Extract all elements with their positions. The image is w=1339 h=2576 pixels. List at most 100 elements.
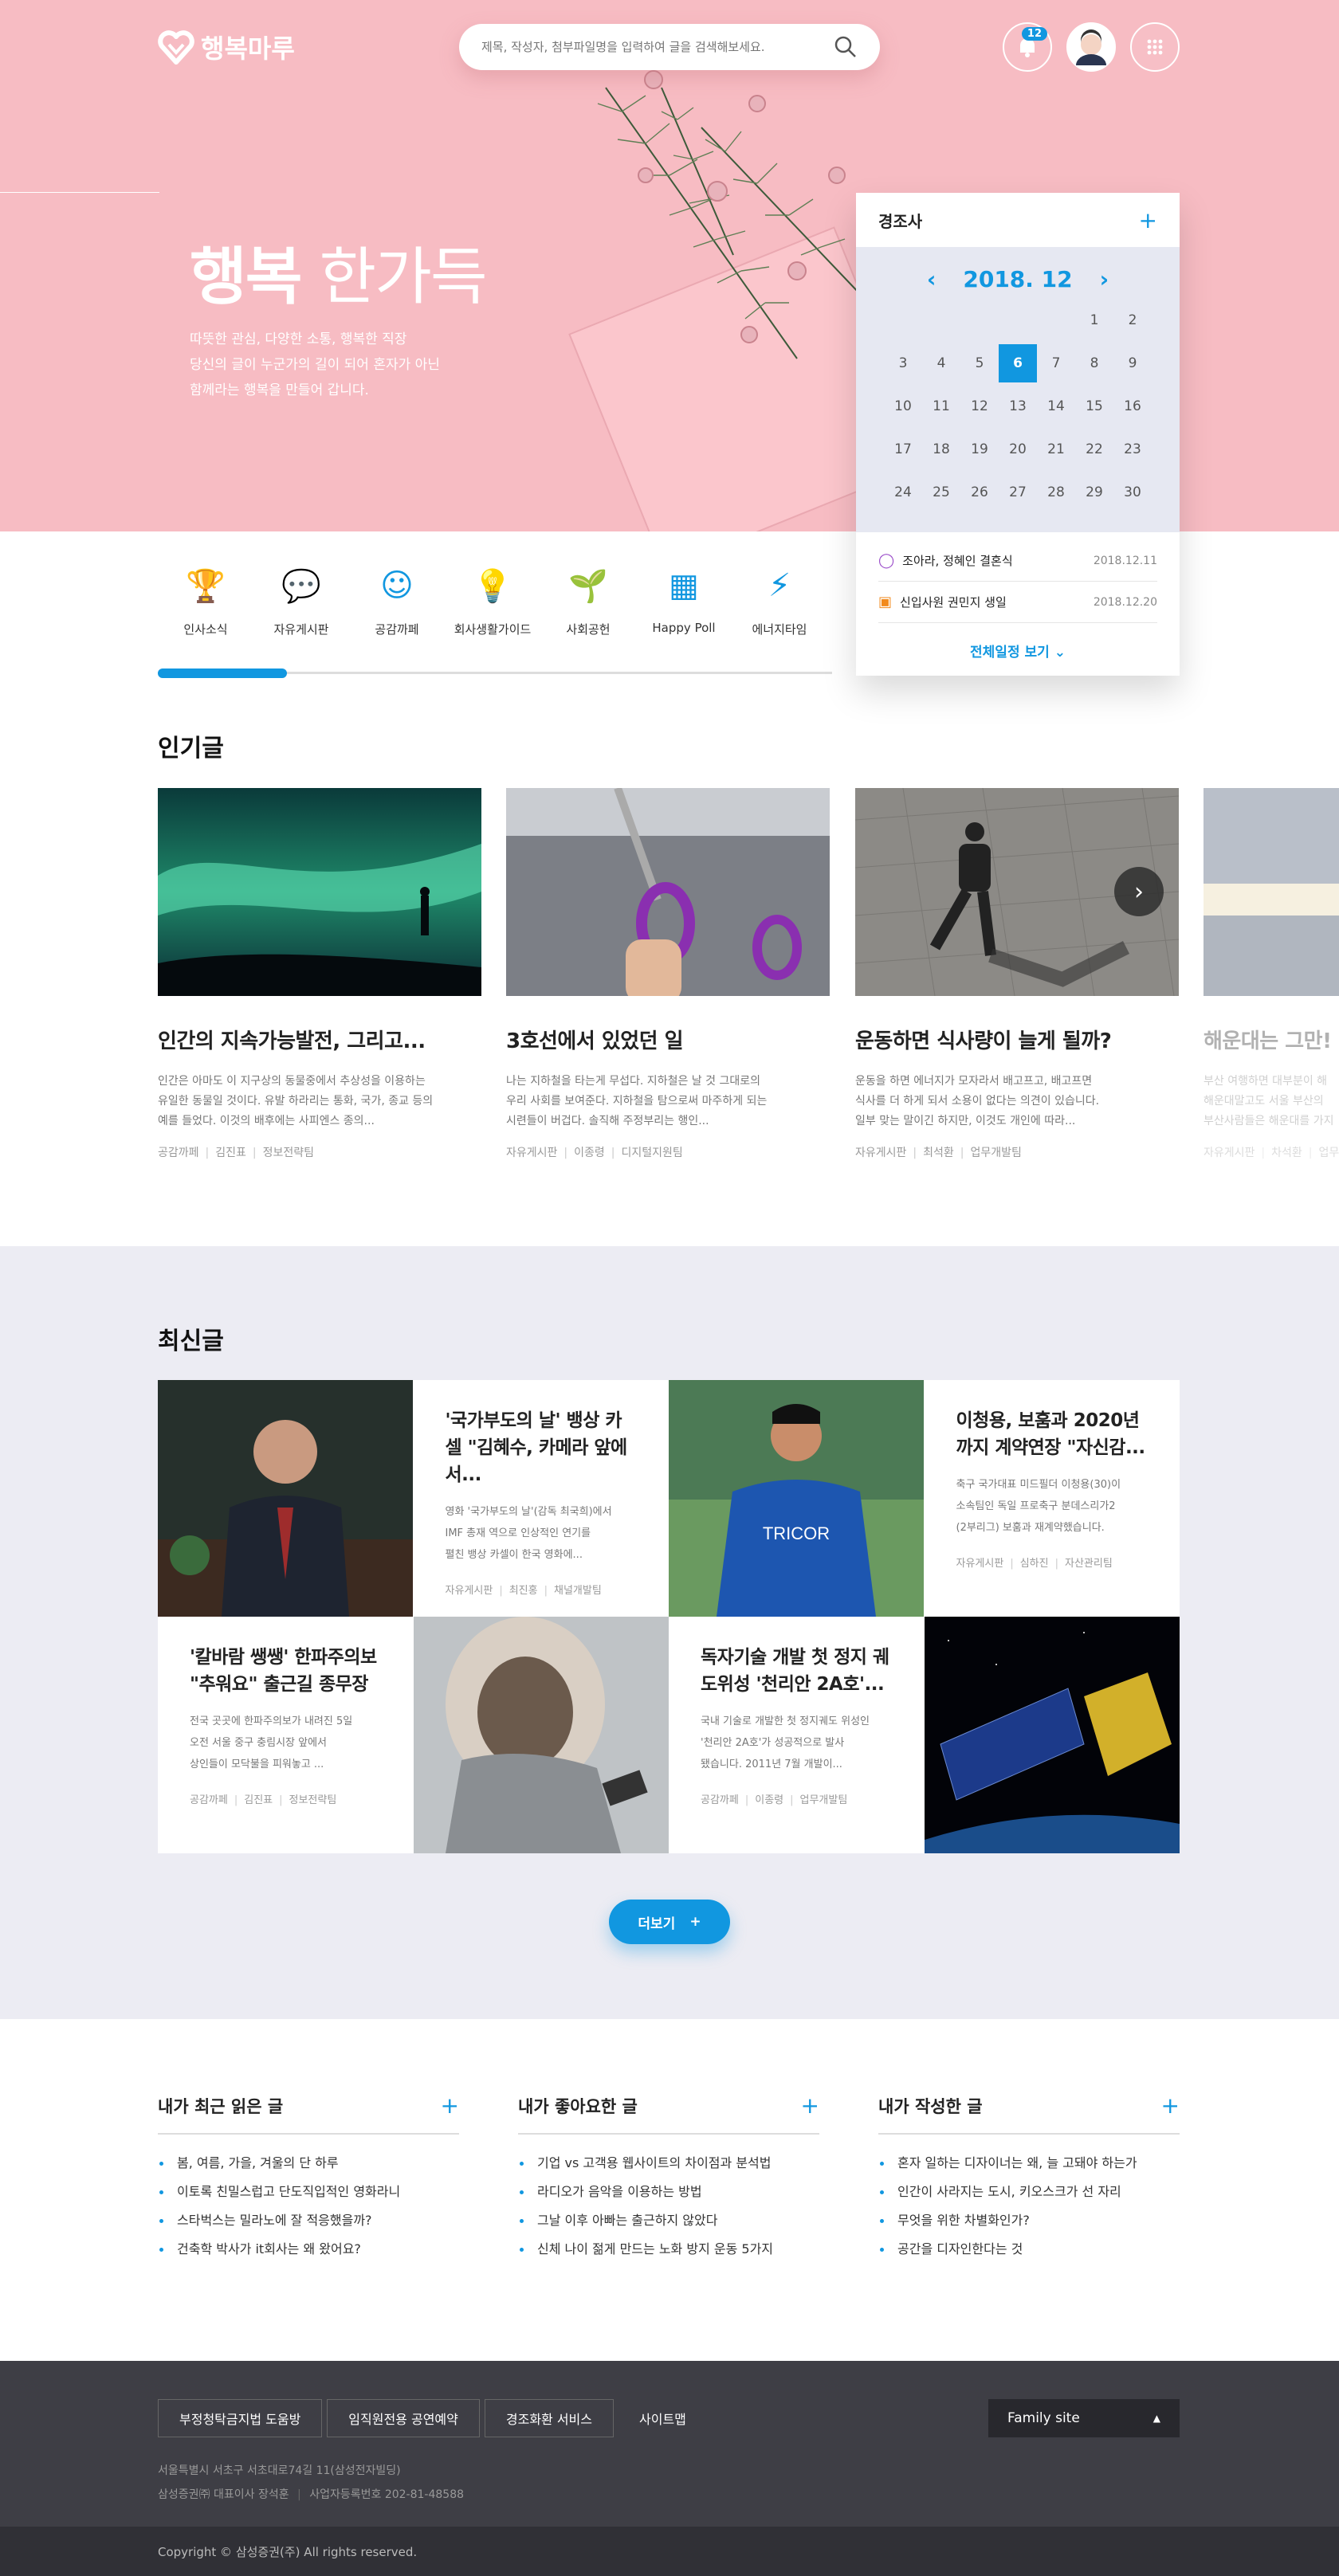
calendar-day[interactable]: 6 bbox=[999, 344, 1037, 382]
list-item[interactable]: 봄, 여름, 가을, 겨울의 단 하루 bbox=[158, 2149, 459, 2178]
carousel-next-button[interactable]: › bbox=[1114, 867, 1164, 916]
smile-bubble-icon: ☺ bbox=[380, 567, 414, 604]
calendar-day[interactable]: 9 bbox=[1113, 344, 1152, 382]
search-input[interactable] bbox=[481, 40, 816, 54]
list-item[interactable]: 그날 이후 아빠는 출근하지 않았다 bbox=[518, 2206, 819, 2235]
view-all-schedule-link[interactable]: 전체일정 보기 ⌄ bbox=[856, 641, 1180, 661]
search-bar[interactable] bbox=[459, 24, 880, 70]
calendar-day[interactable]: 3 bbox=[884, 344, 922, 382]
logo[interactable]: 행복마루 bbox=[158, 29, 295, 65]
footer-button[interactable]: 경조화환 서비스 bbox=[484, 2399, 615, 2437]
calendar-empty-cell bbox=[922, 301, 960, 339]
calendar-add-button[interactable]: + bbox=[1139, 207, 1157, 233]
list-item[interactable]: 인간이 사라지는 도시, 키오스크가 선 자리 bbox=[878, 2178, 1180, 2206]
satellite-image[interactable] bbox=[924, 1617, 1180, 1853]
calendar-day[interactable]: 22 bbox=[1075, 430, 1113, 469]
profile-avatar[interactable] bbox=[1066, 22, 1116, 72]
latest-item[interactable]: '국가부도의 날' 뱅상 카셀 "김혜수, 카메라 앞에서... 영화 '국가부… bbox=[413, 1380, 669, 1617]
calendar-day[interactable]: 24 bbox=[884, 473, 922, 512]
list-item[interactable]: 스타벅스는 밀라노에 잘 적응했을까? bbox=[158, 2206, 459, 2235]
calendar-day[interactable]: 1 bbox=[1075, 301, 1113, 339]
item-title: '국가부도의 날' 뱅상 카셀 "김혜수, 카메라 앞에서... bbox=[445, 1410, 628, 1485]
calendar-day[interactable]: 4 bbox=[922, 344, 960, 382]
hero-title: 행복 한가득 bbox=[190, 241, 488, 313]
popular-card[interactable]: 인간의 지속가능발전, 그리고... 인간은 아마도 이 지구상의 동물중에서 … bbox=[158, 788, 481, 1160]
category-poll[interactable]: ▦ Happy Poll bbox=[636, 562, 732, 637]
category-guide[interactable]: 💡 회사생활가이드 bbox=[445, 562, 540, 637]
popular-card[interactable]: 3호선에서 있었던 일 나는 지하철을 타는게 무섭다. 지하철은 날 것 그대… bbox=[506, 788, 830, 1160]
item-title: 독자기술 개발 첫 정지 궤도위성 '천리안 2A호'... bbox=[701, 1647, 889, 1695]
plus-icon[interactable]: + bbox=[1161, 2092, 1180, 2119]
item-description: 전국 곳곳에 한파주의보가 내려진 5일 오전 서울 중구 충림시장 앞에서 상인들… bbox=[190, 1715, 353, 1770]
calendar-day[interactable]: 15 bbox=[1075, 387, 1113, 425]
calendar-day[interactable]: 30 bbox=[1113, 473, 1152, 512]
plus-icon[interactable]: + bbox=[801, 2092, 819, 2119]
latest-item[interactable]: '칼바람 쌩쌩' 한파주의보 "추워요" 출근길 종무장 전국 곳곳에 한파주의… bbox=[158, 1617, 414, 1853]
calendar-day[interactable]: 2 bbox=[1113, 301, 1152, 339]
calendar-event[interactable]: ▣ 신입사원 권민지 생일 2018.12.20 bbox=[878, 582, 1157, 623]
next-month-icon[interactable]: › bbox=[1100, 266, 1109, 292]
calendar-day[interactable]: 28 bbox=[1037, 473, 1075, 512]
calendar-empty-cell bbox=[1037, 301, 1075, 339]
calendar-day[interactable]: 25 bbox=[922, 473, 960, 512]
calendar-day[interactable]: 16 bbox=[1113, 387, 1152, 425]
app-menu-button[interactable] bbox=[1130, 22, 1180, 72]
category-cafe[interactable]: ☺ 공감까페 bbox=[349, 562, 445, 637]
footer-address: 서울특별시 서초구 서초대로74길 11(삼성전자빌딩) 삼성증권㈜ 대표이사 … bbox=[158, 2464, 465, 2501]
calendar-day[interactable]: 8 bbox=[1075, 344, 1113, 382]
calendar-day[interactable]: 7 bbox=[1037, 344, 1075, 382]
list-item[interactable]: 신체 나이 젊게 만드는 노화 방지 운동 5가지 bbox=[518, 2235, 819, 2264]
plus-icon: + bbox=[689, 1914, 701, 1930]
plus-icon[interactable]: + bbox=[441, 2092, 459, 2119]
calendar-day[interactable]: 27 bbox=[999, 473, 1037, 512]
caret-up-icon: ▲ bbox=[1152, 2413, 1160, 2424]
prev-month-icon[interactable]: ‹ bbox=[927, 266, 937, 292]
winter-jacket-image[interactable] bbox=[413, 1617, 670, 1853]
load-more-button[interactable]: 더보기 + bbox=[609, 1900, 730, 1944]
latest-item[interactable]: 독자기술 개발 첫 정지 궤도위성 '천리안 2A호'... 국내 기술로 개발… bbox=[669, 1617, 925, 1853]
sitemap-link[interactable]: 사이트맵 bbox=[618, 2399, 707, 2437]
list-item[interactable]: 라디오가 음악을 이용하는 방법 bbox=[518, 2178, 819, 2206]
calendar-day[interactable]: 11 bbox=[922, 387, 960, 425]
calendar-day[interactable]: 20 bbox=[999, 430, 1037, 469]
category-hr-news[interactable]: 🏆 인사소식 bbox=[158, 562, 253, 637]
list-item[interactable]: 기업 vs 고객용 웹사이트의 차이점과 분석법 bbox=[518, 2149, 819, 2178]
calendar-day[interactable]: 23 bbox=[1113, 430, 1152, 469]
calendar-day[interactable]: 5 bbox=[960, 344, 999, 382]
family-site-select[interactable]: Family site ▲ bbox=[988, 2399, 1180, 2437]
calendar-event-list: ◯ 조아라, 정혜인 결혼식 2018.12.11 ▣ 신입사원 권민지 생일 … bbox=[856, 532, 1180, 623]
list-item[interactable]: 이토록 친밀스럽고 단도직입적인 영화라니 bbox=[158, 2178, 459, 2206]
calendar-grid: 1 2 3 4 5 6 7 8 9 10 11 12 13 14 15 16 17 18 19 20 21 22 23 24 2… bbox=[856, 301, 1180, 512]
calendar-day[interactable]: 29 bbox=[1075, 473, 1113, 512]
calendar-event[interactable]: ◯ 조아라, 정혜인 결혼식 2018.12.11 bbox=[878, 540, 1157, 582]
category-social[interactable]: 🌱 사회공헌 bbox=[540, 562, 636, 637]
calendar-empty-cell bbox=[884, 301, 922, 339]
calendar-day[interactable]: 21 bbox=[1037, 430, 1075, 469]
calendar-day[interactable]: 10 bbox=[884, 387, 922, 425]
list-item[interactable]: 건축학 박사가 it회사는 왜 왔어요? bbox=[158, 2235, 459, 2264]
category-scroll-thumb[interactable] bbox=[158, 669, 287, 678]
list-item[interactable]: 혼자 일하는 디자이너는 왜, 늘 고돼야 하는가 bbox=[878, 2149, 1180, 2178]
calendar-day[interactable]: 26 bbox=[960, 473, 999, 512]
calendar-day[interactable]: 13 bbox=[999, 387, 1037, 425]
event-label: 조아라, 정혜인 결혼식 bbox=[902, 554, 1013, 568]
category-free-board[interactable]: 💬 자유게시판 bbox=[253, 562, 349, 637]
popular-card-partial[interactable]: 해운대는 그만! 부산 여행하면 대부분이 해 해운대말고도 서울 부산의 부산사… bbox=[1204, 788, 1339, 1160]
notification-button[interactable]: 12 bbox=[1003, 22, 1052, 72]
category-energy[interactable]: ⚡ 에너지타임 bbox=[732, 562, 827, 637]
footer-button[interactable]: 부정청탁금지법 도움방 bbox=[158, 2399, 323, 2437]
search-icon[interactable] bbox=[834, 35, 858, 59]
footer-button[interactable]: 임직원전용 공연예약 bbox=[327, 2399, 480, 2437]
popular-card[interactable]: 운동하면 식사량이 늘게 될까? 운동을 하면 에너지가 모자라서 배고프고, … bbox=[855, 788, 1179, 1160]
calendar-day[interactable]: 19 bbox=[960, 430, 999, 469]
item-title: 이청용, 보훔과 2020년까지 계약연장 "자신감... bbox=[956, 1410, 1146, 1458]
soccer-player-image[interactable]: TRICOR bbox=[669, 1380, 925, 1617]
list-item[interactable]: 무엇을 위한 차별화인가? bbox=[878, 2206, 1180, 2235]
calendar-day[interactable]: 18 bbox=[922, 430, 960, 469]
man-in-office-image[interactable] bbox=[158, 1380, 414, 1617]
calendar-day[interactable]: 14 bbox=[1037, 387, 1075, 425]
calendar-day[interactable]: 17 bbox=[884, 430, 922, 469]
list-item[interactable]: 공간을 디자인한다는 것 bbox=[878, 2235, 1180, 2264]
calendar-day[interactable]: 12 bbox=[960, 387, 999, 425]
latest-item[interactable]: 이청용, 보훔과 2020년까지 계약연장 "자신감... 축구 국가대표 미드… bbox=[924, 1380, 1180, 1617]
